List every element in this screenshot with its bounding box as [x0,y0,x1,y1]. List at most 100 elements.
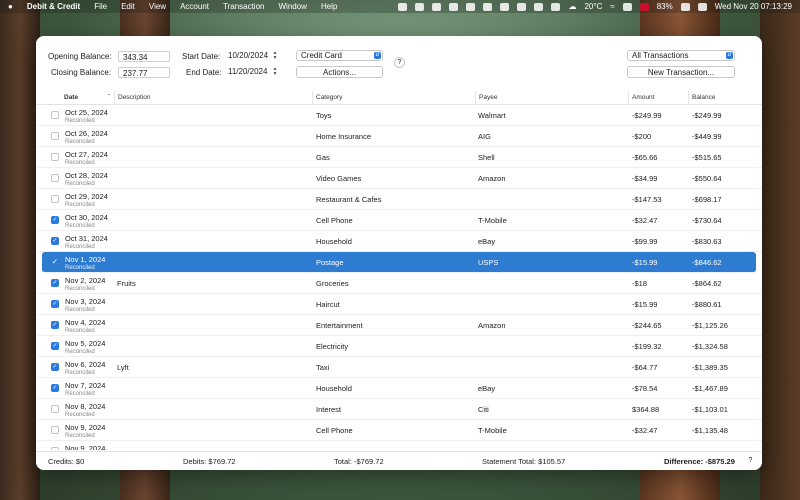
table-row[interactable]: Oct 28, 2024 Reconciled Video Games Amazon -… [36,168,762,189]
actions-button[interactable]: Actions... [296,66,383,78]
balance-cell: -$515.65 [692,153,722,162]
table-row[interactable]: ✓ Nov 7, 2024 Reconciled Household eBay -$78.… [36,378,762,399]
end-date-stepper[interactable]: ▲ ▼ [272,67,278,77]
transaction-date: Oct 28, 2024 [65,171,108,180]
end-date-field[interactable]: 11/20/2024 [228,66,267,77]
column-header-description[interactable]: Description [114,91,312,104]
description-cell: Fruits [117,279,136,288]
transaction-date: Oct 30, 2024 [65,213,108,222]
table-row[interactable]: ✓ Nov 3, 2024 Reconciled Haircut -$15.99 -$88… [36,294,762,315]
opening-balance-field[interactable]: 343.34 [118,51,170,62]
menu-view[interactable]: View [149,2,166,11]
footer-help-button[interactable]: ? [745,456,756,467]
category-cell: Electricity [316,342,349,351]
table-row[interactable]: ✓ Nov 2, 2024 Reconciled Fruits Groceries -$1… [36,273,762,294]
weather-temperature[interactable]: 20°C [584,2,602,11]
reconcile-checkbox[interactable]: ✓ [51,216,59,224]
status-app-icon[interactable] [398,2,408,11]
reconciled-status: Reconciled [65,118,95,124]
app-menu[interactable]: Debit & Credit [27,2,80,11]
new-transaction-button[interactable]: New Transaction... [627,66,735,78]
control-center-icon[interactable] [697,2,707,11]
status-app-icon[interactable] [432,2,442,11]
table-row[interactable]: Oct 29, 2024 Reconciled Restaurant & Cafes… [36,189,762,210]
play-icon[interactable] [534,2,544,11]
account-select[interactable]: Credit Card ⇵ [296,50,383,61]
table-row[interactable]: Oct 25, 2024 Reconciled Toys Walmart -$249.9… [36,105,762,126]
category-cell: Taxi [316,363,330,372]
payee-cell: Walmart [478,111,506,120]
table-row[interactable]: ✓ Oct 31, 2024 Reconciled Household eBay -$99… [36,231,762,252]
table-row[interactable]: Oct 26, 2024 Reconciled Home Insurance AIG -… [36,126,762,147]
user-icon[interactable] [551,2,561,11]
wifi-icon[interactable]: ≈ [610,2,614,11]
column-header-balance[interactable]: Balance [688,91,762,104]
reconcile-checkbox[interactable]: ✓ [51,342,59,350]
column-header-date[interactable]: Date ˆ [61,91,114,104]
reconcile-checkbox[interactable]: ✓ [51,279,59,287]
filter-select[interactable]: All Transactions ⇵ [627,50,735,61]
column-header-category[interactable]: Category [312,91,475,104]
status-app-icon[interactable] [500,2,510,11]
menu-transaction[interactable]: Transaction [223,2,265,11]
status-app-icon[interactable] [415,2,425,11]
start-date-stepper[interactable]: ▲ ▼ [272,51,278,61]
menu-window[interactable]: Window [278,2,306,11]
menu-edit[interactable]: Edit [121,2,135,11]
reconcile-checkbox[interactable] [51,426,59,434]
reconcile-checkbox[interactable]: ✓ [51,258,59,266]
reconcile-checkbox[interactable]: ✓ [51,321,59,329]
table-row[interactable]: Nov 9, 2024 Reconciled Cell Phone T-Mobile -… [36,420,762,441]
reconcile-checkbox[interactable] [51,153,59,161]
weather-icon[interactable]: ☁ [568,2,576,11]
date-cell: Nov 9, 2024 [65,444,105,450]
amount-cell: -$15.99 [632,300,658,309]
menu-help[interactable]: Help [321,2,337,11]
filter-select-value: All Transactions [632,51,689,60]
reconcile-checkbox[interactable]: ✓ [51,300,59,308]
category-cell: Cell Phone [316,426,353,435]
menu-file[interactable]: File [94,2,107,11]
battery-status-icon[interactable] [483,2,493,11]
paperclip-icon[interactable] [466,2,476,11]
bluetooth-icon[interactable] [517,2,527,11]
date-cell: Oct 30, 2024 Reconciled [65,213,108,230]
help-button[interactable]: ? [394,57,405,68]
flag-icon[interactable] [639,2,649,11]
menu-account[interactable]: Account [180,2,209,11]
closing-balance-field[interactable]: 237.77 [118,67,170,78]
status-app-icon[interactable] [449,2,459,11]
reconcile-checkbox[interactable] [51,174,59,182]
app-window: Opening Balance: 343.34 Closing Balance:… [36,36,762,470]
table-row[interactable]: Nov 9, 2024 [36,441,762,450]
reconcile-checkbox[interactable] [51,195,59,203]
start-date-field[interactable]: 10/20/2024 [228,50,268,61]
balance-cell: -$550.64 [692,174,722,183]
reconcile-checkbox[interactable] [51,132,59,140]
debits-total: Debits: $769.72 [183,457,236,466]
toolbar: Opening Balance: 343.34 Closing Balance:… [36,36,762,88]
table-row[interactable]: ✓ Nov 5, 2024 Reconciled Electricity -$199.3… [36,336,762,357]
battery-icon[interactable] [680,2,690,11]
reconcile-checkbox[interactable] [51,111,59,119]
table-row[interactable]: Nov 8, 2024 Reconciled Interest Citi $364.88… [36,399,762,420]
battery-percentage[interactable]: 83% [657,2,673,11]
credits-total: Credits: $0 [48,457,85,466]
apple-menu-icon[interactable]: ● [8,2,13,11]
reconcile-checkbox[interactable]: ✓ [51,384,59,392]
table-row[interactable]: Oct 27, 2024 Reconciled Gas Shell -$65.66 -$5… [36,147,762,168]
column-header-amount[interactable]: Amount [628,91,688,104]
balance-cell: -$1,324.58 [692,342,728,351]
reconcile-checkbox[interactable]: ✓ [51,363,59,371]
amount-cell: $364.88 [632,405,660,414]
table-row[interactable]: ✓ Nov 1, 2024 Reconciled Postage USPS -$15.99… [42,252,756,273]
clock[interactable]: Wed Nov 20 07:13:29 [715,2,792,11]
search-icon[interactable] [622,2,632,11]
table-row[interactable]: ✓ Nov 6, 2024 Reconciled Lyft Taxi -$64.77 -$1… [36,357,762,378]
column-header-payee[interactable]: Payee [475,91,628,104]
table-row[interactable]: ✓ Oct 30, 2024 Reconciled Cell Phone T-Mobil… [36,210,762,231]
reconcile-checkbox[interactable] [51,447,59,450]
reconcile-checkbox[interactable] [51,405,59,413]
table-row[interactable]: ✓ Nov 4, 2024 Reconciled Entertainment Amazo… [36,315,762,336]
reconcile-checkbox[interactable]: ✓ [51,237,59,245]
